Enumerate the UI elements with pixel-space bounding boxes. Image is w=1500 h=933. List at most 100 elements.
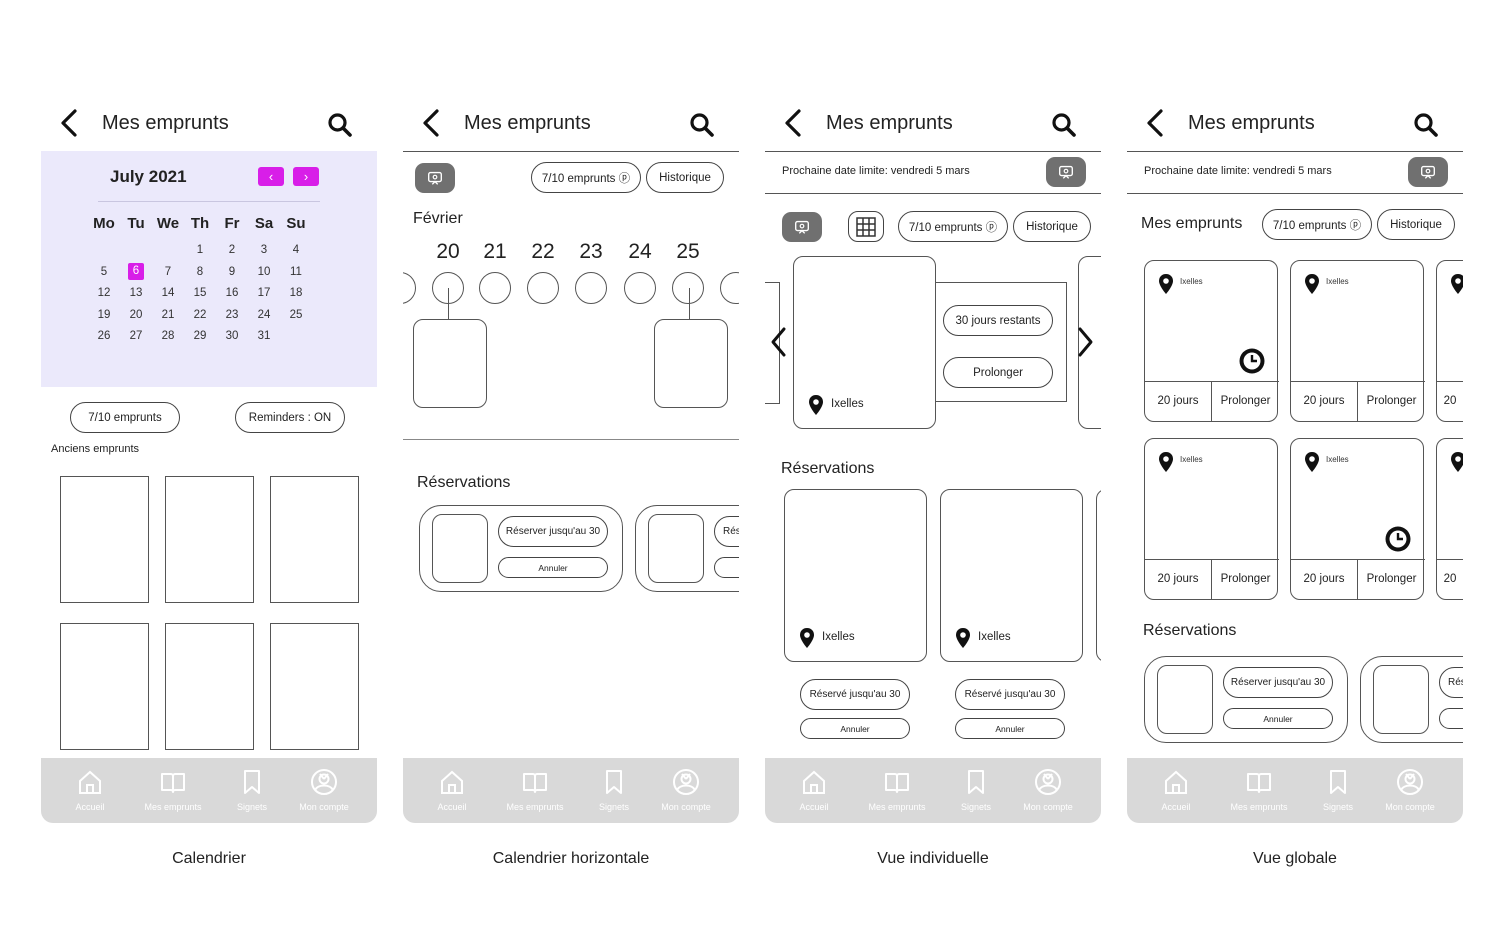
nav-mon-compte[interactable]: Mon compte [646, 768, 726, 812]
calendar-day[interactable]: 22 [185, 309, 215, 321]
loan-card[interactable]: 20 [1436, 260, 1463, 422]
past-loan-card[interactable] [270, 623, 359, 750]
calendar-day-selected[interactable]: 6 [128, 262, 144, 280]
calendar-day[interactable]: 30 [217, 330, 247, 342]
calendar-day[interactable]: 13 [121, 287, 151, 299]
emprunts-count-button[interactable]: 7/10 emprunts ⓟ [531, 162, 641, 193]
calendar-day[interactable]: 3 [249, 244, 279, 256]
nav-signets[interactable]: Signets [574, 768, 654, 812]
emprunts-count-button[interactable]: 7/10 emprunts [70, 402, 180, 433]
chevron-right-icon[interactable] [1075, 326, 1095, 358]
reminders-toggle-button[interactable]: Reminders : ON [235, 402, 345, 433]
nav-mon-compte[interactable]: Mon compte [1008, 768, 1088, 812]
search-icon[interactable] [1051, 112, 1077, 138]
day-number[interactable]: 21 [479, 240, 511, 264]
emprunts-count-button[interactable]: 7/10 emprunts ⓟ [1262, 209, 1372, 240]
day-circle[interactable] [672, 272, 704, 304]
calendar-day[interactable]: 15 [185, 287, 215, 299]
reserve-button[interactable]: Réserver jusqu'au 30 [498, 516, 608, 547]
loan-card[interactable]: Ixelles 20 jours Prolonger [1290, 438, 1425, 600]
calendar-day[interactable]: 10 [249, 266, 279, 278]
reservation-card[interactable]: Rés [1360, 656, 1463, 743]
nav-accueil[interactable]: Accueil [774, 768, 854, 812]
day-number[interactable]: 23 [575, 240, 607, 264]
calendar-day[interactable]: 29 [185, 330, 215, 342]
calendar-day[interactable]: 2 [217, 244, 247, 256]
reserve-button[interactable]: Rés [714, 516, 739, 547]
back-arrow-icon[interactable] [779, 107, 809, 139]
loan-card[interactable] [413, 319, 487, 408]
reservation-card[interactable]: Réserver jusqu'au 30 Annuler [1144, 656, 1348, 743]
calendar-day[interactable]: 21 [153, 309, 183, 321]
historique-button[interactable]: Historique [1377, 209, 1455, 240]
calendar-day[interactable]: 7 [153, 266, 183, 278]
day-circle[interactable] [624, 272, 656, 304]
calendar-day[interactable]: 23 [217, 309, 247, 321]
calendar-day[interactable]: 31 [249, 330, 279, 342]
past-loan-card[interactable] [60, 623, 149, 750]
calendar-prev-button[interactable]: ‹ [258, 167, 284, 186]
reservation-card[interactable]: Ixelles [784, 489, 927, 662]
annuler-button[interactable]: Annuler [1223, 708, 1333, 729]
annuler-button[interactable] [1439, 708, 1463, 729]
calendar-day[interactable]: 17 [249, 287, 279, 299]
nav-mon-compte[interactable]: Mon compte [1370, 768, 1450, 812]
annuler-button[interactable]: Annuler [955, 718, 1065, 739]
back-arrow-icon[interactable] [417, 107, 447, 139]
prolonger-button[interactable]: Prolonger [1212, 573, 1279, 585]
nav-signets[interactable]: Signets [212, 768, 292, 812]
calendar-day[interactable]: 26 [89, 330, 119, 342]
back-arrow-icon[interactable] [55, 107, 85, 139]
day-circle[interactable] [575, 272, 607, 304]
day-number[interactable]: 22 [527, 240, 559, 264]
back-arrow-icon[interactable] [1141, 107, 1171, 139]
calendar-day[interactable]: 25 [281, 309, 311, 321]
day-circle[interactable] [479, 272, 511, 304]
day-number[interactable]: 25 [672, 240, 704, 264]
calendar-day[interactable]: 20 [121, 309, 151, 321]
day-circle[interactable] [527, 272, 559, 304]
nav-mes-emprunts[interactable]: Mes emprunts [857, 768, 937, 812]
prolonger-button[interactable]: Prolonger [1358, 573, 1425, 585]
past-loan-card[interactable] [165, 623, 254, 750]
past-loan-card[interactable] [165, 476, 254, 603]
day-number[interactable]: 24 [624, 240, 656, 264]
loan-card[interactable]: Ixelles 20 jours Prolonger [1144, 260, 1279, 422]
annuler-button[interactable]: Annuler [800, 718, 910, 739]
calendar-day[interactable]: 11 [281, 266, 311, 278]
calendar-day[interactable]: 8 [185, 266, 215, 278]
search-icon[interactable] [689, 112, 715, 138]
calendar-day[interactable]: 1 [185, 244, 215, 256]
past-loan-card[interactable] [60, 476, 149, 603]
search-icon[interactable] [1413, 112, 1439, 138]
historique-button[interactable]: Historique [1013, 211, 1091, 242]
prolonger-button[interactable]: Prolonger [1358, 395, 1425, 407]
calendar-day[interactable]: 28 [153, 330, 183, 342]
nav-signets[interactable]: Signets [936, 768, 1016, 812]
calendar-day[interactable]: 19 [89, 309, 119, 321]
reserve-button[interactable]: Rés [1439, 667, 1463, 698]
loan-card[interactable]: Ixelles 20 jours Prolonger [1144, 438, 1279, 600]
calendar-day[interactable]: 27 [121, 330, 151, 342]
chevron-left-icon[interactable] [769, 326, 789, 358]
emprunts-count-button[interactable]: 7/10 emprunts ⓟ [898, 211, 1008, 242]
nav-accueil[interactable]: Accueil [50, 768, 130, 812]
calendar-day[interactable]: 24 [249, 309, 279, 321]
loan-card[interactable]: Ixelles 20 jours Prolonger [1290, 260, 1425, 422]
day-number[interactable]: 20 [432, 240, 464, 264]
calendar-day[interactable]: 18 [281, 287, 311, 299]
nav-mes-emprunts[interactable]: Mes emprunts [495, 768, 575, 812]
reservation-card[interactable]: Rés [635, 505, 739, 592]
calendar-day[interactable]: 12 [89, 287, 119, 299]
loan-card[interactable]: Ixelles [793, 256, 936, 429]
annuler-button[interactable] [714, 557, 739, 578]
calendar-day[interactable]: 16 [217, 287, 247, 299]
reservation-card[interactable]: Réserver jusqu'au 30 Annuler [419, 505, 623, 592]
calendar-next-button[interactable]: › [293, 167, 319, 186]
reminder-toggle-button[interactable] [1408, 157, 1448, 187]
reminder-view-button[interactable] [782, 212, 822, 242]
annuler-button[interactable]: Annuler [498, 557, 608, 578]
loan-card[interactable] [654, 319, 728, 408]
nav-mes-emprunts[interactable]: Mes emprunts [133, 768, 213, 812]
calendar-day[interactable]: 14 [153, 287, 183, 299]
